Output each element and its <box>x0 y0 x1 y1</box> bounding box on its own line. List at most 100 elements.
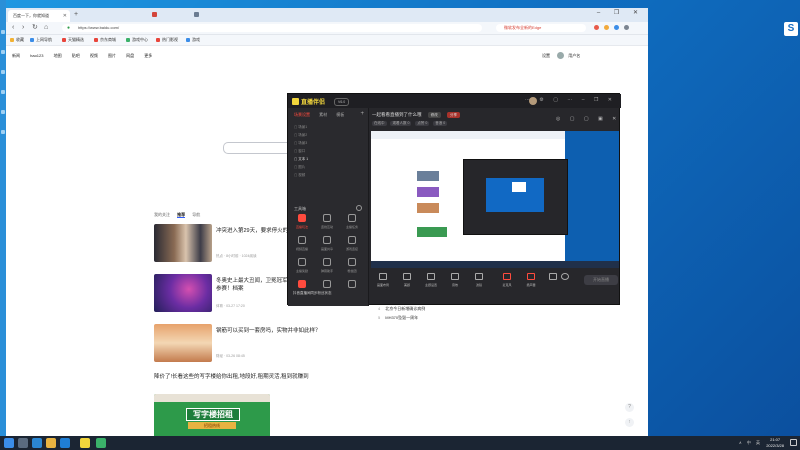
app-shortcut-icon[interactable]: S <box>784 22 798 36</box>
ad-title[interactable]: 降价了!长看这些的写字楼给你出租,地段好,租期灵活,租到就赚到 <box>154 373 334 381</box>
url-input[interactable]: ● https://www.baidu.com/ <box>62 24 482 32</box>
desktop-icon[interactable] <box>1 110 5 114</box>
scene-item[interactable]: ▢ 场景3 <box>294 139 308 147</box>
tool-button[interactable]: 主播奖励 <box>291 258 313 280</box>
clock[interactable]: 21:07 2022/3/28 <box>766 437 784 449</box>
sync-note[interactable]: 抖音直播间同步粉丝状态 <box>293 291 332 296</box>
desktop-icon[interactable] <box>1 50 5 54</box>
bottom-tool[interactable]: 主题设置 <box>420 271 442 288</box>
tool-button[interactable] <box>316 280 338 290</box>
tab-materials[interactable]: 素材 <box>319 112 327 117</box>
news-card[interactable]: 钢筋可以买到一套房吗，实物并非如此样？ 财经 · 03-26 08:45 <box>154 324 334 364</box>
scene-item[interactable]: ▢ 图片 <box>294 163 308 171</box>
browser-icon[interactable] <box>60 438 70 448</box>
nav-link[interactable]: 更多 <box>144 53 152 58</box>
nav-link[interactable]: 网盘 <box>126 53 134 58</box>
nav-link[interactable]: hao123 <box>30 53 43 58</box>
ad-image[interactable]: 写字楼招租 招租热线 <box>154 394 270 438</box>
add-scene-button[interactable]: + <box>360 111 364 117</box>
bottom-tool[interactable]: 麦克风 <box>496 271 518 288</box>
bottom-tool[interactable]: 扬声器 <box>520 271 542 288</box>
share-button[interactable]: 分享 <box>447 112 461 118</box>
hot-list-item[interactable]: 5 MH370坠毁一周年 <box>378 313 425 322</box>
window-controls[interactable]: ⋯ ⚙ ▢ ⋯ – ❐ ✕ <box>525 97 616 103</box>
extension-icon[interactable] <box>604 25 609 30</box>
tab-templates[interactable]: 模板 <box>336 112 344 117</box>
camera-button[interactable] <box>548 271 558 280</box>
start-icon[interactable] <box>4 438 14 448</box>
search-icon[interactable] <box>18 438 28 448</box>
bookmark-item[interactable]: 热门影视 <box>156 35 178 45</box>
bookmark-item[interactable]: 游戏中心 <box>126 35 148 45</box>
help-button[interactable]: ? <box>625 403 634 412</box>
tool-button[interactable]: 主播任务 <box>341 214 363 236</box>
tab-navigation[interactable]: 导航 <box>192 212 200 217</box>
browser-tab[interactable]: 百度一下，你就知道 ✕ <box>8 10 70 22</box>
tool-button[interactable]: 视频直播 <box>291 236 313 258</box>
bookmark-item[interactable]: 收藏 <box>10 35 24 45</box>
desktop-icon[interactable] <box>1 70 5 74</box>
edit-title-button[interactable]: 修改 <box>427 112 441 118</box>
avatar[interactable] <box>557 52 565 59</box>
tool-button[interactable]: 直播玩法 <box>291 214 313 236</box>
taskbar-app-icon[interactable] <box>96 438 106 448</box>
forward-icon[interactable]: › <box>22 23 24 33</box>
preview-controls[interactable]: ◎ ▢ ▢ ▣ ✕ <box>556 116 620 122</box>
bottom-tool[interactable]: 美颜 <box>396 271 418 288</box>
folder-icon[interactable] <box>46 438 56 448</box>
bookmark-item[interactable]: 上网导航 <box>30 35 52 45</box>
back-to-top-button[interactable]: ↑ <box>625 418 634 427</box>
tool-button[interactable] <box>341 280 363 290</box>
bookmark-item[interactable]: 天猫精选 <box>62 35 84 45</box>
window-controls[interactable]: – ❐ ✕ <box>597 9 644 16</box>
address-side-link[interactable]: 微软发布全新的Edge <box>496 24 586 32</box>
scene-item[interactable]: ▢ 场景1 <box>294 123 308 131</box>
username[interactable]: 用户名 <box>568 53 580 58</box>
settings-button[interactable] <box>560 271 570 280</box>
version-badge[interactable]: V6.0 <box>334 98 350 106</box>
nav-link[interactable]: 视频 <box>90 53 98 58</box>
system-tray[interactable]: ∧ 中 英 <box>739 440 762 446</box>
bottom-tool[interactable]: 画面布局 <box>372 271 394 288</box>
nav-link[interactable]: 地图 <box>54 53 62 58</box>
extension-icon[interactable] <box>594 25 599 30</box>
nav-link[interactable]: 贴吧 <box>72 53 80 58</box>
pinned-site-icon[interactable] <box>152 12 157 17</box>
scene-item[interactable]: ▢ 场景2 <box>294 131 308 139</box>
extension-icon[interactable] <box>614 25 619 30</box>
desktop-icon[interactable] <box>1 30 5 34</box>
desktop-icon[interactable] <box>1 130 5 134</box>
refresh-icon[interactable]: ↻ <box>32 23 38 33</box>
tool-button[interactable]: 弹幕助手 <box>316 258 338 280</box>
tool-button[interactable]: 游戏连接 <box>341 236 363 258</box>
notification-icon[interactable] <box>790 439 797 446</box>
bottom-tool[interactable]: 音效 <box>444 271 466 288</box>
tool-button[interactable]: 连线互动 <box>316 214 338 236</box>
pinned-site-icon[interactable] <box>194 12 199 17</box>
hot-list-item[interactable]: 4 北京今日新增确诊病例 <box>378 304 425 313</box>
go-live-button[interactable]: 开始直播 <box>584 275 618 285</box>
scene-item[interactable]: ▢ 文本 1 <box>294 155 308 163</box>
toolbox-settings-icon[interactable] <box>356 205 362 211</box>
nav-link[interactable]: 新闻 <box>12 53 20 58</box>
home-icon[interactable]: ⌂ <box>44 23 48 33</box>
scene-item[interactable]: ▢ 视频 <box>294 171 308 179</box>
back-icon[interactable]: ‹ <box>12 23 14 33</box>
tab-recommended[interactable]: 推荐 <box>177 212 186 218</box>
bottom-tool[interactable]: 滤镜 <box>468 271 490 288</box>
streaming-app-icon[interactable] <box>80 438 90 448</box>
menu-icon[interactable] <box>624 25 629 30</box>
tab-scenes[interactable]: 场景设置 <box>294 112 310 117</box>
news-title[interactable]: 钢筋可以买到一套房吗，实物并非如此样？ <box>216 327 334 335</box>
new-tab-button[interactable]: + <box>74 10 78 20</box>
tab-following[interactable]: 我的关注 <box>154 212 170 217</box>
bookmark-item[interactable]: 京东商城 <box>94 35 116 45</box>
tool-button[interactable]: 画面共享 <box>316 236 338 258</box>
scene-item[interactable]: ▢ 窗口 <box>294 147 308 155</box>
tool-button[interactable]: 粉丝团 <box>341 258 363 280</box>
desktop-icon[interactable] <box>1 90 5 94</box>
tool-button[interactable] <box>291 280 313 290</box>
settings-link[interactable]: 设置 <box>542 53 550 58</box>
taskbar-app-icon[interactable] <box>32 438 42 448</box>
bookmark-item[interactable]: 游戏 <box>186 35 200 45</box>
